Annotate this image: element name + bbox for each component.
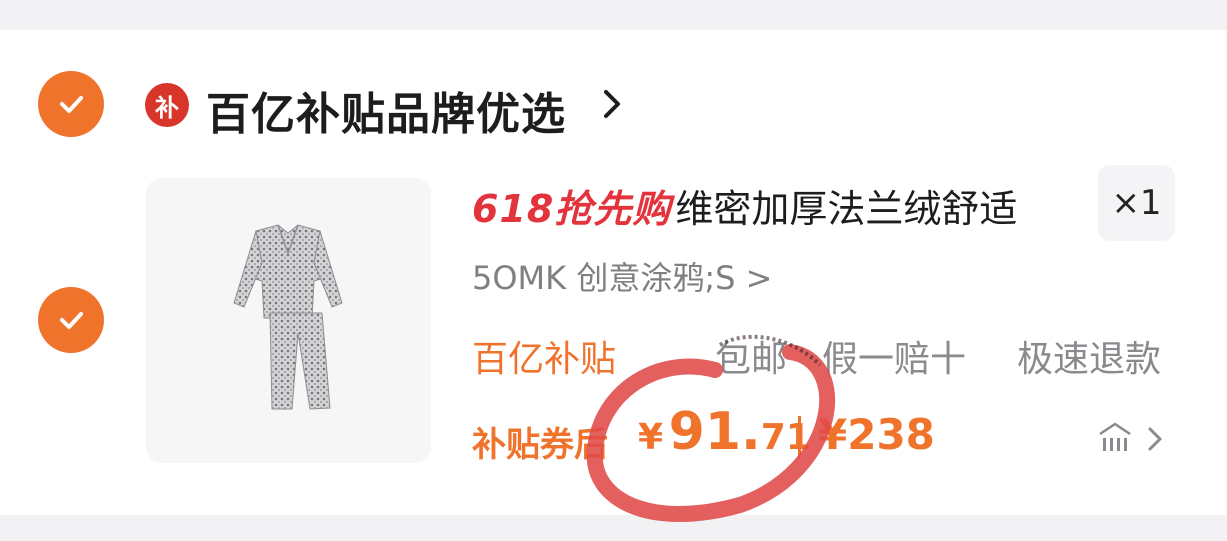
price-divider [798, 416, 801, 458]
price-currency: ¥ [638, 417, 664, 458]
price-trend-icon[interactable] [1097, 420, 1133, 454]
chevron-right-icon[interactable] [600, 86, 626, 122]
service-tag-shipping: 包邮 [715, 339, 788, 380]
original-price: ¥238 [818, 410, 935, 459]
coupon-price-label: 补贴券后 [472, 425, 608, 465]
pajama-image [233, 224, 343, 410]
price-integer: 91. [668, 402, 761, 462]
subsidy-badge-icon: 补 [145, 83, 189, 127]
service-tag-subsidy: 百亿补贴 [472, 339, 617, 380]
sku-selector[interactable]: 5OMK 创意涂鸦;S > [472, 253, 772, 299]
product-thumbnail[interactable] [146, 178, 431, 463]
chevron-right-icon[interactable] [1145, 424, 1165, 454]
product-title[interactable]: 618抢先购 维密加厚法兰绒舒适 [472, 178, 1017, 233]
service-tag-fast-refund: 极速退款 [1017, 339, 1162, 380]
product-title-text: 维密加厚法兰绒舒适 [675, 187, 1018, 231]
shop-name[interactable]: 百亿补贴品牌优选 [206, 78, 566, 142]
check-icon [60, 96, 83, 113]
check-icon [60, 312, 83, 329]
quantity-stepper[interactable]: ×1 [1098, 165, 1175, 241]
promo-tag: 618抢先购 [472, 187, 672, 231]
item-select-check-icon[interactable] [38, 287, 104, 353]
final-price: ¥ 91.71 [638, 402, 811, 462]
service-tag-fake-compensation: 假一赔十 [822, 339, 967, 380]
price-decimal: 71 [760, 417, 811, 458]
shop-select-check-icon[interactable] [38, 71, 104, 137]
